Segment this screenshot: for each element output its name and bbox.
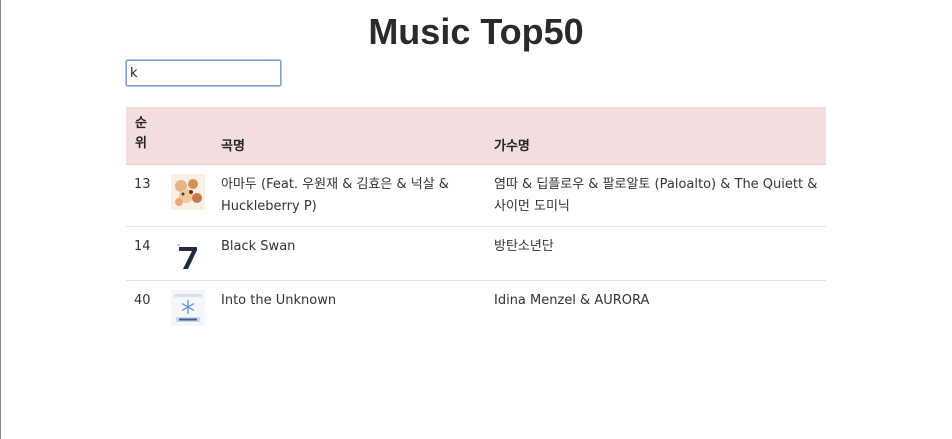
table-header: 순위 곡명 가수명	[126, 107, 826, 165]
table-row: 40 Into the Unknown Idina Menzel & AUROR…	[126, 280, 826, 334]
table-row: 13 아마두 (Feat. 우원재 & 김효은 & 넉살 & Huckleber…	[126, 164, 826, 227]
header-rank-label: 순위	[135, 115, 147, 151]
rank-cell: 40	[134, 292, 151, 308]
song-title-cell: Black Swan	[213, 226, 486, 281]
header-title: 곡명	[213, 107, 486, 165]
header-row: 순위 곡명 가수명	[126, 107, 826, 165]
header-art	[163, 107, 213, 165]
artist-cell: Idina Menzel & AURORA	[494, 292, 650, 308]
album-art-cell	[163, 164, 213, 227]
album-art-amadu-icon	[171, 173, 205, 210]
song-title-cell: Into the Unknown	[221, 292, 337, 308]
table-row: 14 Black Swan 방탄소년단	[126, 226, 826, 281]
rank-cell: 13	[126, 164, 163, 227]
artist-cell: 방탄소년단	[486, 226, 826, 281]
window-left-edge	[0, 0, 1, 439]
song-title-cell: 아마두 (Feat. 우원재 & 김효은 & 넉살 & Huckleberry …	[213, 164, 486, 227]
search-input[interactable]	[126, 60, 281, 86]
page-title: Music Top50	[368, 11, 584, 52]
music-chart-table: 순위 곡명 가수명 13 아마두 (Feat. 우원재 & 김효은 & 넉살 &…	[126, 107, 826, 334]
album-art-frozen-2-icon	[171, 289, 205, 326]
album-art-cell	[163, 226, 213, 281]
table-body: 13 아마두 (Feat. 우원재 & 김효은 & 넉살 & Huckleber…	[126, 164, 826, 334]
album-art-map-of-the-soul-7-icon	[171, 235, 205, 272]
header-rank: 순위	[126, 107, 163, 165]
album-art-cell	[163, 280, 213, 334]
header-artist: 가수명	[486, 107, 826, 165]
artist-cell: 염따 & 딥플로우 & 팔로알토 (Paloalto) & The Quiett…	[486, 164, 826, 227]
rank-cell: 14	[126, 226, 163, 281]
